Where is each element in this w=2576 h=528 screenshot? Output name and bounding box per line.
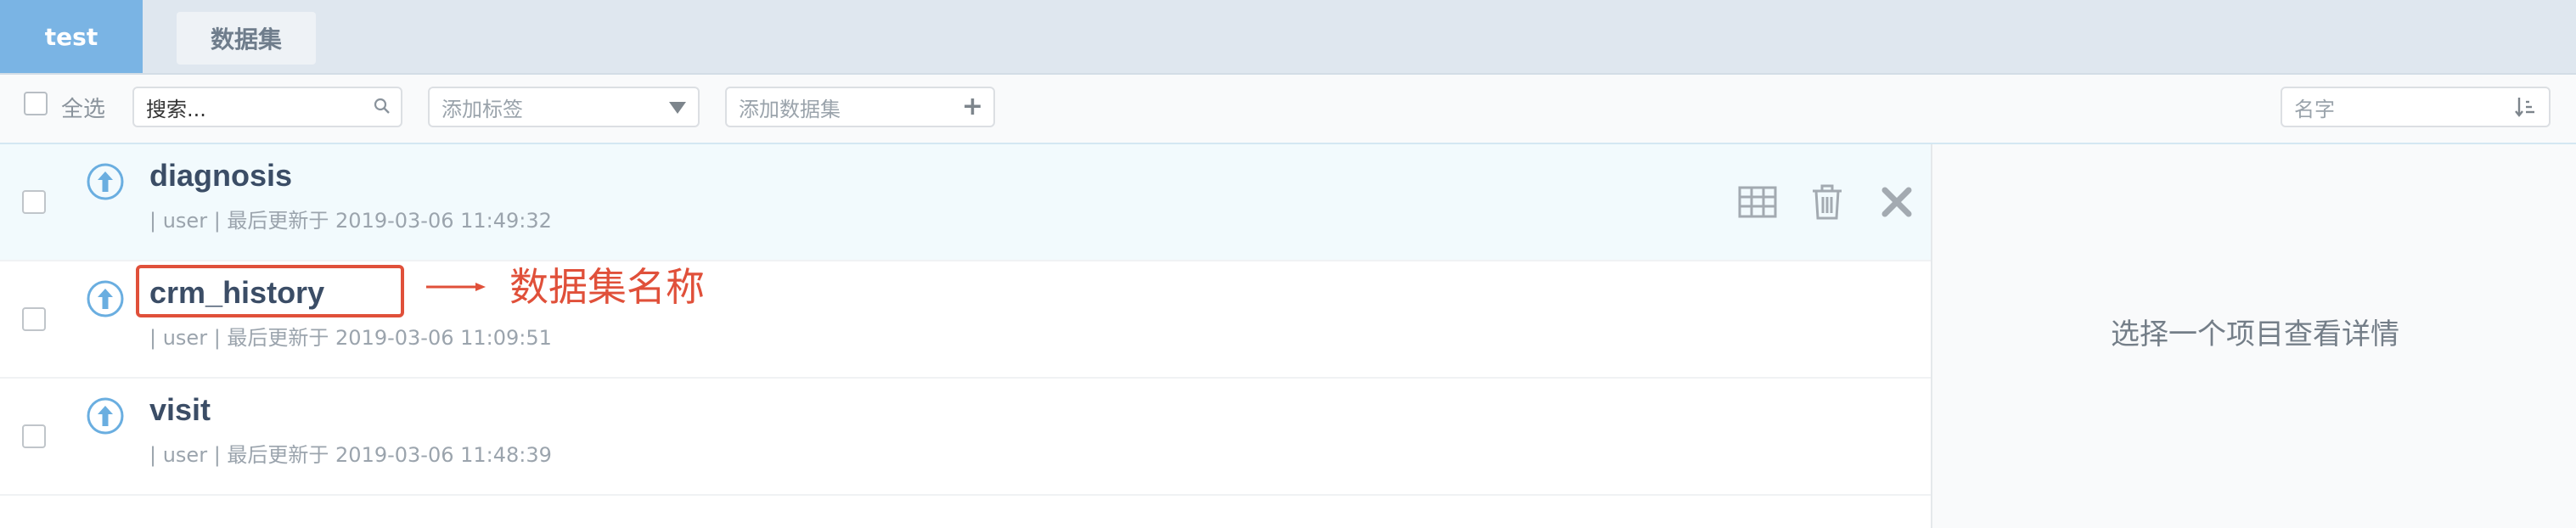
add-dataset-placeholder: 添加数据集	[739, 97, 841, 121]
dataset-name[interactable]: visit	[149, 392, 211, 428]
tab-datasets-label: 数据集	[210, 25, 282, 53]
dataset-meta: | user | 最后更新于 2019-03-06 11:09:51	[149, 326, 552, 350]
toolbar: 全选 搜索... 添加标签 添加数据集 + 名字	[0, 75, 2576, 144]
tab-datasets[interactable]: 数据集	[177, 12, 316, 65]
close-icon[interactable]	[1875, 180, 1919, 224]
upload-icon	[87, 280, 124, 317]
dataset-meta: | user | 最后更新于 2019-03-06 11:48:39	[149, 443, 552, 467]
dataset-name[interactable]: diagnosis	[149, 158, 292, 194]
dataset-list: diagnosis | user | 最后更新于 2019-03-06 11:4…	[0, 144, 1931, 528]
annotation-highlight-box	[136, 265, 404, 317]
annotation-label: 数据集名称	[509, 264, 705, 310]
row-checkbox[interactable]	[22, 424, 46, 448]
plus-icon[interactable]: +	[962, 94, 983, 120]
detail-empty-message: 选择一个项目查看详情	[2111, 317, 2399, 351]
detail-panel: 选择一个项目查看详情	[1931, 144, 2576, 528]
tag-select[interactable]: 添加标签	[428, 87, 700, 127]
tab-bar: test 数据集	[0, 0, 2576, 75]
select-all-label[interactable]: 全选	[61, 92, 105, 123]
tab-test-label: test	[44, 22, 98, 51]
tag-select-placeholder: 添加标签	[442, 97, 523, 121]
sort-select-placeholder: 名字	[2294, 97, 2335, 121]
table-icon[interactable]	[1735, 180, 1780, 224]
upload-icon	[87, 163, 124, 200]
sort-icon[interactable]	[2513, 95, 2537, 119]
row-checkbox[interactable]	[22, 190, 46, 214]
trash-icon[interactable]	[1805, 180, 1849, 224]
dropdown-arrow-icon	[669, 102, 686, 114]
dataset-meta: | user | 最后更新于 2019-03-06 11:49:32	[149, 209, 552, 233]
list-item[interactable]: diagnosis | user | 最后更新于 2019-03-06 11:4…	[0, 144, 1931, 261]
search-input[interactable]: 搜索...	[132, 87, 402, 127]
annotation-arrow-icon	[426, 283, 486, 291]
search-input-text: 搜索...	[146, 97, 206, 121]
sort-select[interactable]: 名字	[2281, 87, 2551, 127]
search-icon[interactable]	[374, 98, 391, 115]
select-all-checkbox[interactable]	[24, 92, 48, 115]
tab-test[interactable]: test	[0, 0, 143, 73]
list-item[interactable]: visit | user | 最后更新于 2019-03-06 11:48:39	[0, 379, 1931, 496]
row-checkbox[interactable]	[22, 307, 46, 331]
upload-icon	[87, 397, 124, 435]
add-dataset-input[interactable]: 添加数据集 +	[725, 87, 995, 127]
